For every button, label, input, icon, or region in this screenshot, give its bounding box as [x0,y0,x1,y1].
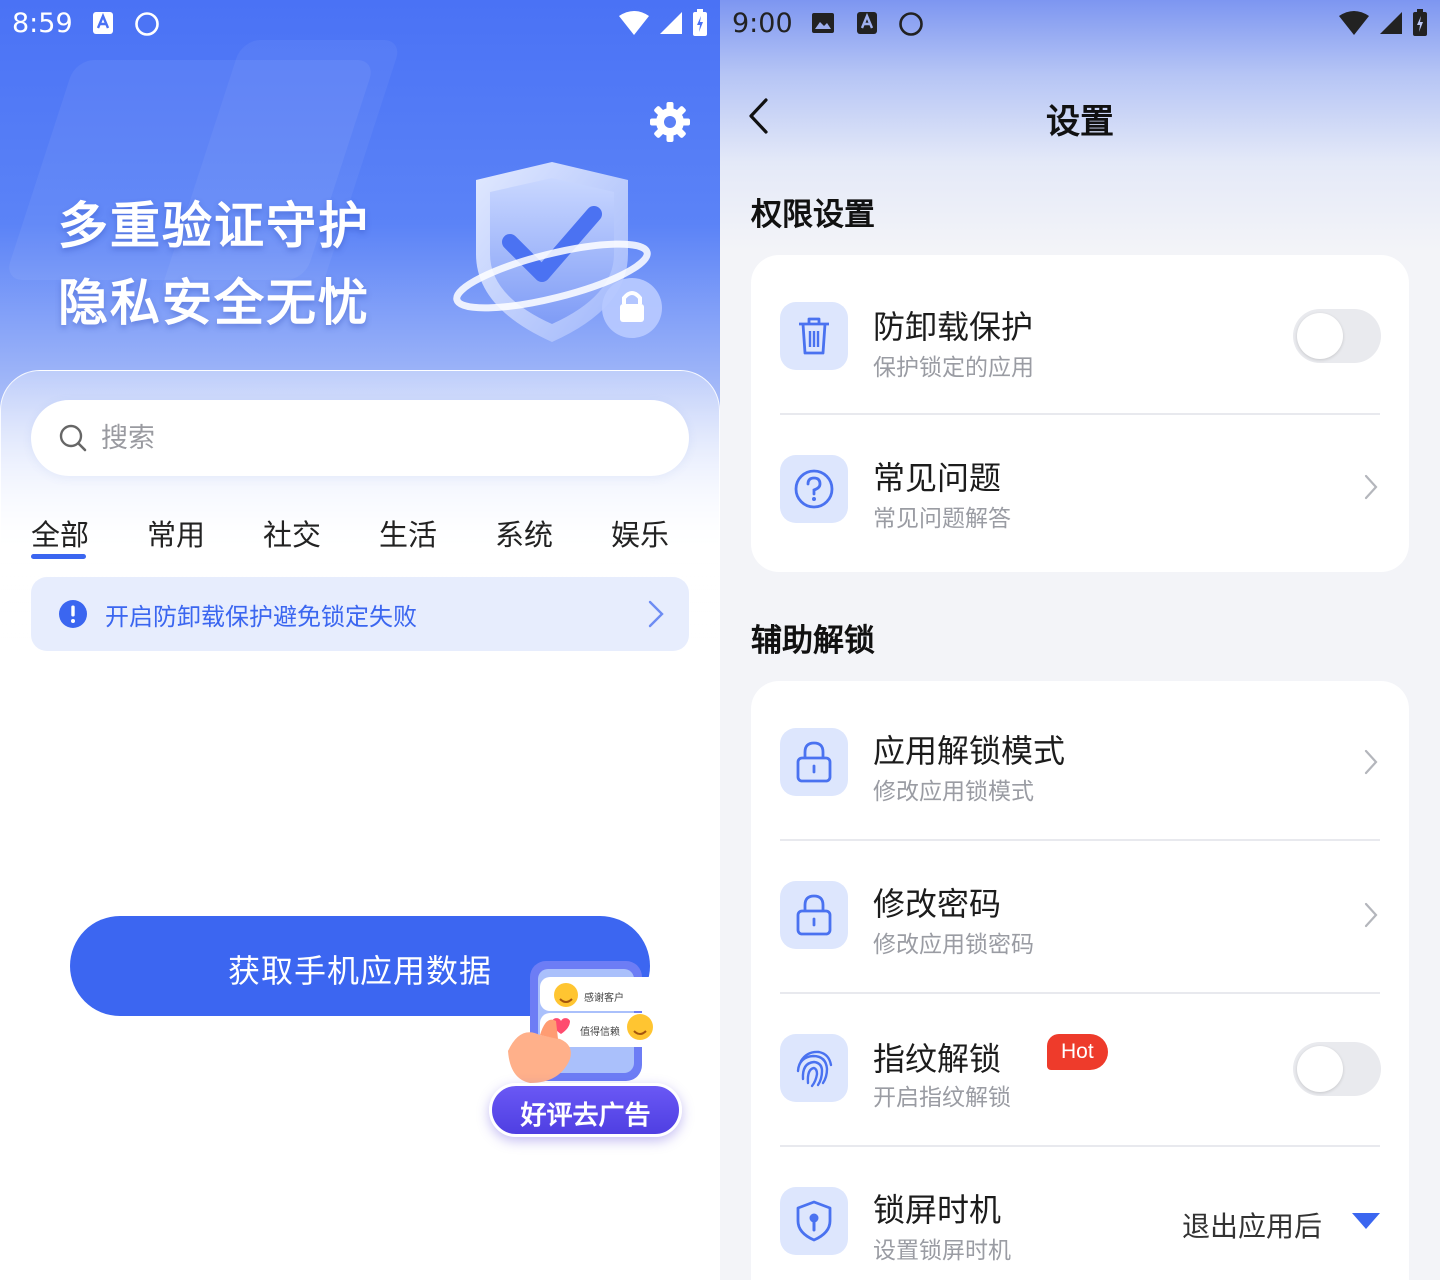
row-subtitle: 修改应用锁模式 [873,779,1034,805]
search-bar[interactable] [31,400,689,476]
row-title: 防卸载保护 [873,308,1034,346]
search-input[interactable] [101,414,661,462]
row-subtitle: 保护锁定的应用 [873,355,1034,381]
right-screen: 9:00 设置 权限设置 防卸载保护 保护锁定的应用 常见问题 常见问题解答 辅… [720,0,1440,1280]
status-icons [1338,9,1428,37]
row-subtitle: 常见问题解答 [873,506,1011,532]
toggle-knob [1297,313,1343,359]
notification-a-icon [857,12,877,34]
circle-icon [899,12,923,36]
lock-timing-value[interactable]: 退出应用后 [1182,1205,1322,1245]
ad-illustration: 感谢客户 值得信赖 [508,961,666,1083]
ad-bubble-1: 感谢客户 [584,991,624,1004]
category-tabs: 全部 常用 社交 生活 系统 娱乐 [0,512,720,562]
signal-icon [1380,12,1402,34]
chevron-right-icon [1364,749,1378,775]
status-time: 9:00 [732,8,793,39]
dropdown-arrow-icon[interactable] [1351,1211,1381,1231]
row-title: 指纹解锁 [873,1040,1002,1078]
fingerprint-icon [796,1050,833,1088]
anti-uninstall-notice[interactable]: 开启防卸载保护避免锁定失败 [31,577,689,651]
permissions-card: 防卸载保护 保护锁定的应用 常见问题 常见问题解答 [751,255,1409,572]
row-fingerprint-unlock[interactable]: 指纹解锁 Hot 开启指纹解锁 [751,992,1409,1145]
tab-system[interactable]: 系统 [495,512,553,554]
ad-bubble-2: 值得信赖 [580,1025,620,1038]
row-title: 常见问题 [873,459,1002,497]
anti-uninstall-toggle[interactable] [1293,309,1381,363]
lock-icon [796,741,832,783]
row-icon-box [780,1187,848,1255]
info-alert-icon [59,600,87,628]
shield-key-icon [796,1200,832,1242]
toggle-knob [1297,1046,1343,1092]
settings-gear-icon[interactable] [648,100,692,144]
shield-illustration [453,162,662,342]
question-icon [794,469,834,509]
assist-unlock-card: 应用解锁模式 修改应用锁模式 修改密码 修改应用锁密码 指纹解锁 Hot 开启指… [751,681,1409,1280]
row-icon-box [780,881,848,949]
trash-icon [799,317,829,355]
image-icon [812,13,834,33]
status-bar: 9:00 [720,0,1440,50]
page-title: 设置 [1046,102,1114,142]
chevron-right-icon [1364,474,1378,500]
row-icon-box [780,1034,848,1102]
row-subtitle: 设置锁屏时机 [873,1238,1011,1264]
chevron-right-icon [1364,902,1378,928]
wifi-icon [619,11,649,35]
tab-social[interactable]: 社交 [263,512,321,554]
active-tab-indicator [31,554,86,559]
hero-headline-2: 隐私安全无忧 [58,274,370,332]
search-icon [59,424,87,452]
wifi-icon [1339,11,1369,35]
row-icon-box [780,455,848,523]
notice-text: 开启防卸载保护避免锁定失败 [105,603,417,631]
tab-all[interactable]: 全部 [31,512,89,554]
battery-icon [693,9,707,36]
tab-life[interactable]: 生活 [379,512,437,554]
row-subtitle: 修改应用锁密码 [873,932,1034,958]
lock-icon [796,894,832,936]
chevron-right-icon [648,600,664,628]
section-title-permissions: 权限设置 [751,197,875,233]
content-panel [0,370,720,1280]
tab-entertainment[interactable]: 娱乐 [611,512,669,554]
status-time: 8:59 [12,8,73,39]
row-subtitle: 开启指纹解锁 [873,1085,1011,1111]
section-title-assist-unlock: 辅助解锁 [751,623,875,659]
circle-icon [135,12,159,36]
hero-headline-1: 多重验证守护 [58,197,370,255]
hot-badge: Hot [1047,1034,1108,1070]
row-unlock-mode[interactable]: 应用解锁模式 修改应用锁模式 [751,686,1409,839]
fingerprint-toggle[interactable] [1293,1042,1381,1096]
left-screen: 8:59 多重验证守护 隐私安全无忧 搜索 全部 常用 社交 生活 系统 娱乐 … [0,0,720,1280]
row-lock-timing[interactable]: 锁屏时机 设置锁屏时机 退出应用后 [751,1145,1409,1280]
remove-ads-label: 好评去广告 [520,1101,651,1131]
signal-icon [660,12,682,34]
row-title: 应用解锁模式 [873,732,1066,770]
status-bar: 8:59 [0,0,720,50]
battery-icon [1413,9,1427,36]
row-anti-uninstall[interactable]: 防卸载保护 保护锁定的应用 [751,260,1409,413]
row-change-password[interactable]: 修改密码 修改应用锁密码 [751,839,1409,992]
notification-a-icon [93,12,113,34]
row-icon-box [780,302,848,370]
row-title: 修改密码 [873,885,1002,923]
row-title: 锁屏时机 [873,1191,1002,1229]
remove-ads-button[interactable]: 好评去广告 [489,1083,682,1137]
row-icon-box [780,728,848,796]
row-faq[interactable]: 常见问题 常见问题解答 [751,413,1409,566]
tab-common[interactable]: 常用 [147,512,205,554]
